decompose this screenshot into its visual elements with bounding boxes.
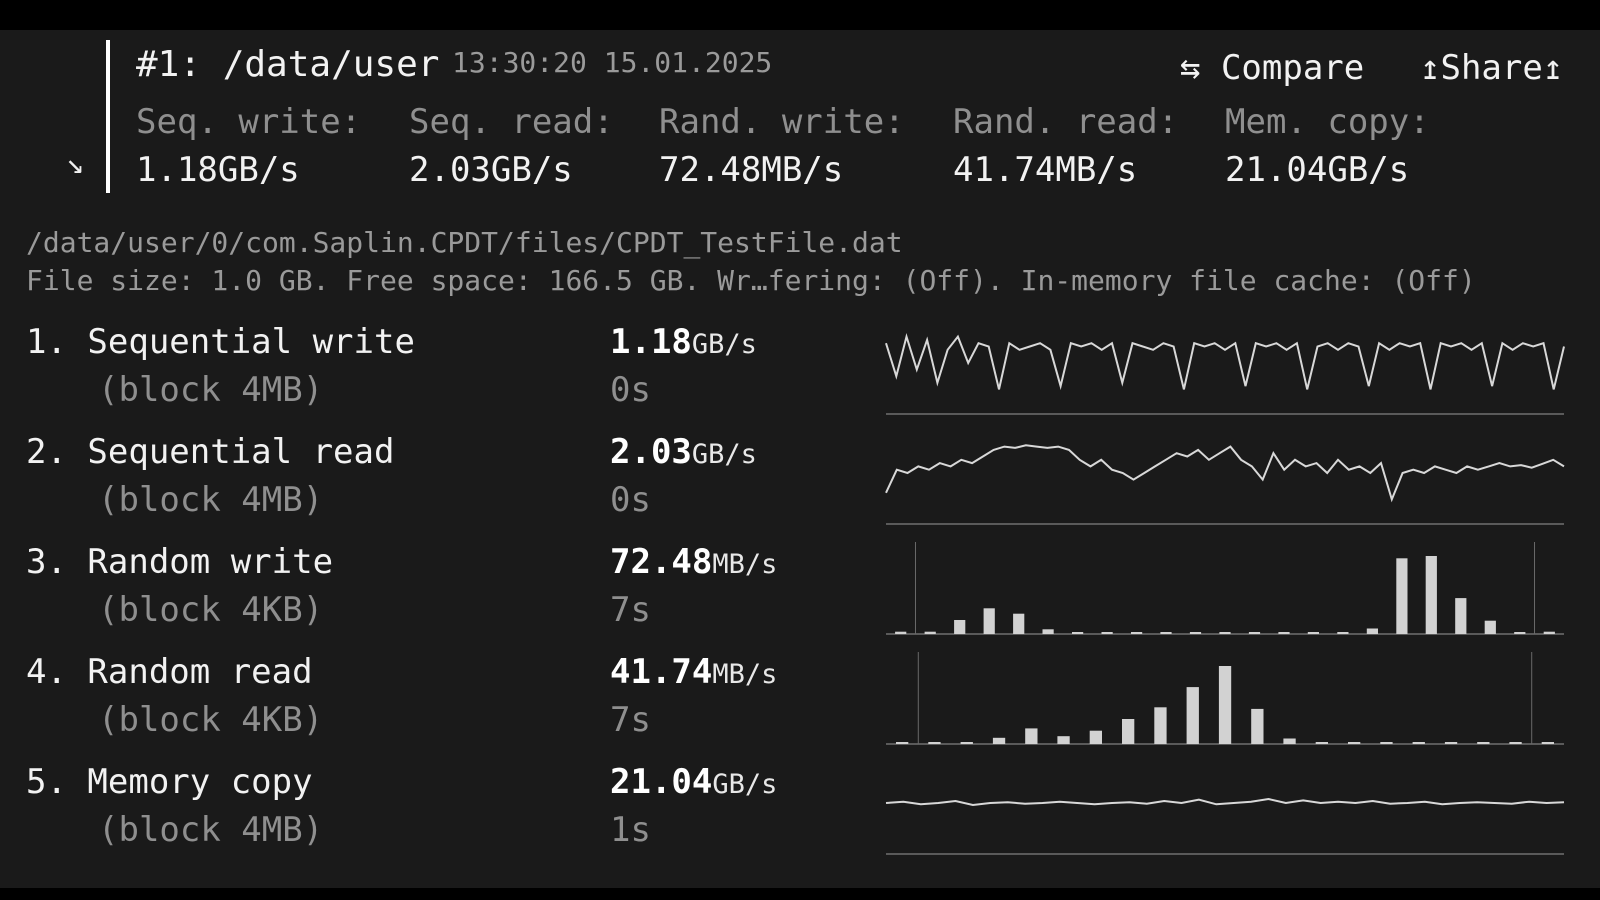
chart-3-bar xyxy=(895,631,907,634)
chart-4-bar xyxy=(1186,687,1199,744)
chart-4-bar xyxy=(992,737,1006,744)
chart-3-bar xyxy=(1160,632,1172,634)
chart-3-bar xyxy=(924,631,936,634)
test-charts xyxy=(885,332,1565,855)
chart-3-bar xyxy=(1396,558,1408,634)
chart-1-line xyxy=(885,332,1565,391)
chart-3-bar xyxy=(1455,598,1467,634)
chart-4-bar xyxy=(1251,708,1264,744)
chart-3-bar xyxy=(1042,629,1054,634)
chart-3-bar xyxy=(983,608,995,634)
chart-4-bar xyxy=(1380,742,1393,744)
chart-4-bar xyxy=(1089,730,1102,744)
chart-4-bar xyxy=(896,742,909,744)
chart-4-bar xyxy=(928,742,941,744)
chart-3-bar xyxy=(1337,632,1349,634)
chart-3-bar xyxy=(1248,632,1261,634)
chart-5-line xyxy=(885,797,1565,807)
chart-3-bar xyxy=(1543,631,1555,634)
chart-4-bar xyxy=(1154,707,1167,744)
chart-4-bar xyxy=(1541,742,1554,744)
chart-4-bar xyxy=(1348,742,1361,744)
chart-4-bar xyxy=(1283,738,1296,744)
chart-2-line xyxy=(885,444,1565,503)
chart-3-bar xyxy=(1131,632,1143,634)
chart-4-bar xyxy=(1477,742,1490,744)
chart-4-bar xyxy=(1025,728,1038,744)
chart-3-bar xyxy=(1307,632,1319,634)
chart-4-bar xyxy=(1509,742,1522,744)
chart-3-bar xyxy=(1013,613,1025,634)
chart-4-bar xyxy=(1122,719,1135,744)
chart-4-bar xyxy=(1444,742,1458,744)
chart-3-bar xyxy=(1219,632,1231,634)
chart-3-bar xyxy=(1514,632,1526,634)
chart-3-bar xyxy=(954,620,966,634)
chart-4-bar xyxy=(960,742,973,744)
chart-4-bar xyxy=(1057,736,1070,744)
chart-4-bar xyxy=(1412,742,1425,744)
chart-3-bar xyxy=(1366,628,1378,634)
chart-3-bar xyxy=(1278,632,1290,634)
chart-3-bar xyxy=(1189,632,1202,634)
chart-4-bar xyxy=(1315,742,1328,744)
chart-3-bar xyxy=(1101,632,1113,634)
chart-3-bar xyxy=(1425,556,1437,634)
chart-4-bar xyxy=(1218,666,1232,744)
chart-3-bar xyxy=(1072,632,1084,634)
chart-3-bar xyxy=(1484,620,1496,634)
